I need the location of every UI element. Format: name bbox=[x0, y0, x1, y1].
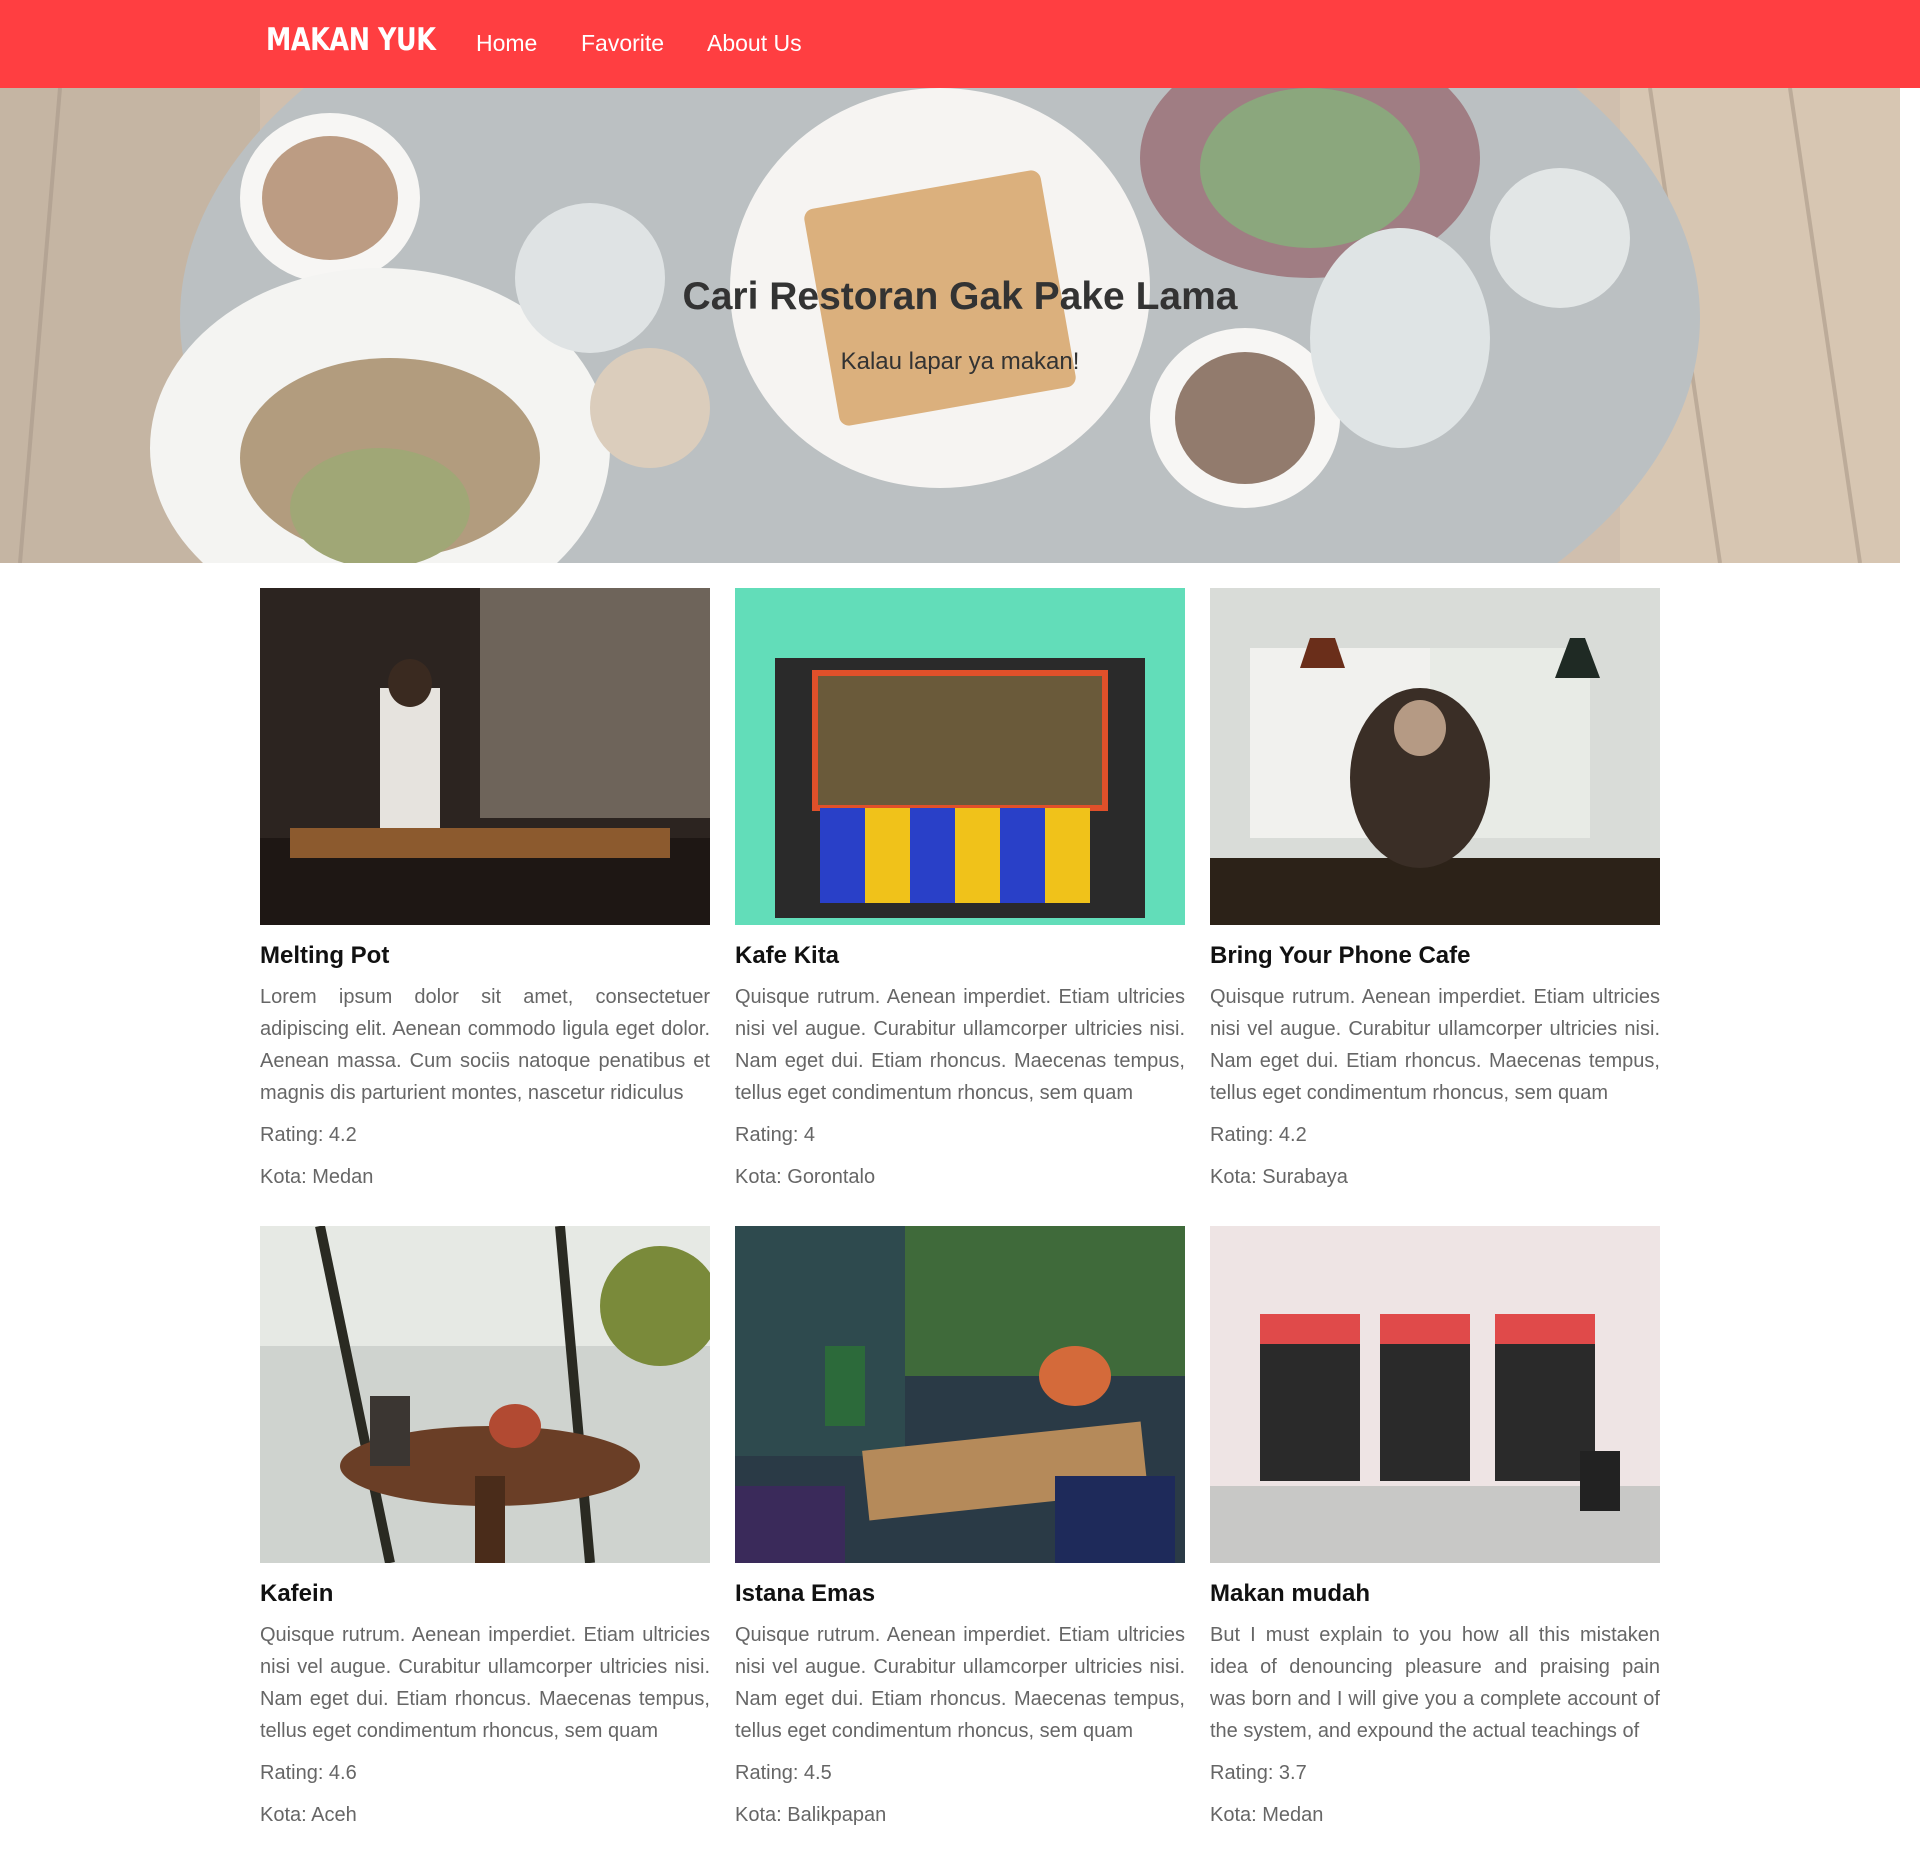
restaurant-photo-melting-pot bbox=[260, 588, 710, 925]
restaurant-name[interactable]: Kafe Kita bbox=[735, 939, 1185, 973]
brand-logo[interactable]: MAKAN YUK bbox=[266, 22, 436, 58]
restaurant-city: Kota: Medan bbox=[1210, 1804, 1324, 1826]
restaurant-city: Kota: Medan bbox=[260, 1166, 374, 1188]
restaurant-name[interactable]: Kafein bbox=[260, 1577, 710, 1611]
restaurant-rating: Rating: 4.6 bbox=[260, 1762, 357, 1784]
restaurant-description: Quisque rutrum. Aenean imperdiet. Etiam … bbox=[260, 1624, 710, 1742]
hero-banner: Cari Restoran Gak Pake Lama Kalau lapar … bbox=[0, 88, 1900, 563]
restaurant-card[interactable]: Istana Emas Quisque rutrum. Aenean imper… bbox=[735, 1226, 1185, 1826]
restaurant-photo-makan-mudah bbox=[1210, 1226, 1660, 1563]
nav-link-favorite[interactable]: Favorite bbox=[581, 30, 664, 57]
restaurant-description: Quisque rutrum. Aenean imperdiet. Etiam … bbox=[1210, 986, 1660, 1104]
restaurant-photo-kafe-kita bbox=[735, 588, 1185, 925]
restaurant-city: Kota: Aceh bbox=[260, 1804, 357, 1826]
nav-link-home[interactable]: Home bbox=[476, 30, 537, 57]
restaurant-card[interactable]: Makan mudah But I must explain to you ho… bbox=[1210, 1226, 1660, 1826]
restaurant-rating: Rating: 4.2 bbox=[260, 1124, 357, 1146]
restaurant-city: Kota: Gorontalo bbox=[735, 1166, 876, 1188]
hero-title: Cari Restoran Gak Pake Lama bbox=[682, 275, 1238, 318]
restaurant-rating: Rating: 4.2 bbox=[1210, 1124, 1307, 1146]
top-navbar: MAKAN YUK Home Favorite About Us bbox=[0, 0, 1920, 88]
restaurant-name[interactable]: Bring Your Phone Cafe bbox=[1210, 939, 1660, 973]
restaurant-city: Kota: Surabaya bbox=[1210, 1166, 1348, 1188]
restaurant-city: Kota: Balikpapan bbox=[735, 1804, 887, 1826]
hero-subtitle: Kalau lapar ya makan! bbox=[840, 348, 1080, 375]
restaurant-card[interactable]: Kafein Quisque rutrum. Aenean imperdiet.… bbox=[260, 1226, 710, 1826]
restaurant-card[interactable]: Kafe Kita Quisque rutrum. Aenean imperdi… bbox=[735, 588, 1185, 1188]
restaurant-description: Lorem ipsum dolor sit amet, consectetuer… bbox=[260, 986, 710, 1104]
restaurant-rating: Rating: 4.5 bbox=[735, 1762, 832, 1784]
restaurant-name[interactable]: Makan mudah bbox=[1210, 1577, 1660, 1611]
restaurant-description: But I must explain to you how all this m… bbox=[1210, 1624, 1660, 1742]
restaurant-photo-bring-your-phone-cafe bbox=[1210, 588, 1660, 925]
restaurant-card[interactable]: Bring Your Phone Cafe Quisque rutrum. Ae… bbox=[1210, 588, 1660, 1188]
restaurant-photo-kafein bbox=[260, 1226, 710, 1563]
nav-link-about-us[interactable]: About Us bbox=[707, 30, 802, 57]
restaurant-name[interactable]: Istana Emas bbox=[735, 1577, 1185, 1611]
restaurant-name[interactable]: Melting Pot bbox=[260, 939, 710, 973]
restaurant-photo-istana-emas bbox=[735, 1226, 1185, 1563]
restaurant-list: Melting Pot Lorem ipsum dolor sit amet, … bbox=[260, 588, 1660, 1826]
restaurant-rating: Rating: 4 bbox=[735, 1124, 816, 1146]
restaurant-description: Quisque rutrum. Aenean imperdiet. Etiam … bbox=[735, 1624, 1185, 1742]
restaurant-rating: Rating: 3.7 bbox=[1210, 1762, 1307, 1784]
hero-overlay bbox=[0, 88, 1900, 563]
restaurant-card[interactable]: Melting Pot Lorem ipsum dolor sit amet, … bbox=[260, 588, 710, 1188]
restaurant-description: Quisque rutrum. Aenean imperdiet. Etiam … bbox=[735, 986, 1185, 1104]
